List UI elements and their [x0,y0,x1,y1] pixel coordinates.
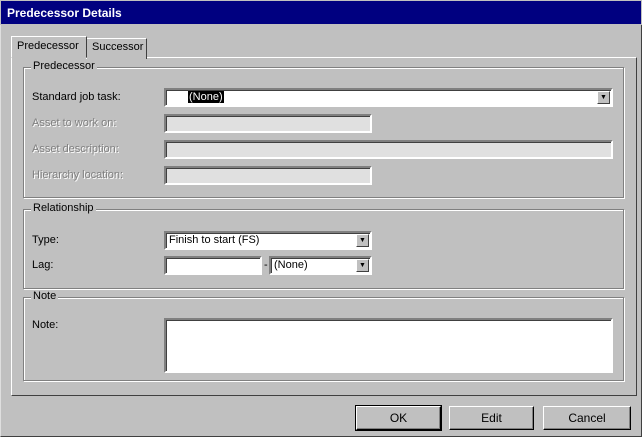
type-value: Finish to start (FS) [169,234,260,246]
title-bar: Predecessor Details [0,0,642,25]
asset-description-field[interactable] [164,140,613,159]
standard-job-task-label: Standard job task: [32,91,121,103]
lag-separator: - [264,259,268,271]
asset-to-work-on-field[interactable] [164,114,372,133]
asset-to-work-on-label: Asset to work on: [32,117,117,129]
edit-button[interactable]: Edit [449,406,534,430]
lag-unit-value: (None) [274,259,308,271]
hierarchy-location-label: Hierarchy location: [32,169,124,181]
chevron-down-icon[interactable]: ▼ [356,259,369,272]
standard-job-task-value: (None) [188,91,224,103]
chevron-down-icon[interactable]: ▼ [356,234,369,247]
type-label: Type: [32,234,59,246]
lag-input[interactable] [164,256,262,275]
note-textarea[interactable] [164,318,613,373]
lag-unit-combobox[interactable]: (None) ▼ [269,256,372,275]
cancel-button[interactable]: Cancel [543,406,631,430]
standard-job-task-combobox[interactable]: (None) ▼ [164,88,613,107]
group-label: Predecessor [31,60,97,72]
tab-predecessor[interactable]: Predecessor [11,36,87,58]
lag-label: Lag: [32,259,54,271]
chevron-down-icon[interactable]: ▼ [597,91,610,104]
group-label: Note [31,290,59,302]
tab-successor[interactable]: Successor [86,38,147,59]
ok-button[interactable]: OK [355,405,442,431]
note-label: Note: [32,319,59,331]
type-combobox[interactable]: Finish to start (FS) ▼ [164,231,372,250]
asset-description-label: Asset description: [32,143,119,155]
group-label: Relationship [31,202,96,214]
hierarchy-location-field[interactable] [164,166,372,185]
